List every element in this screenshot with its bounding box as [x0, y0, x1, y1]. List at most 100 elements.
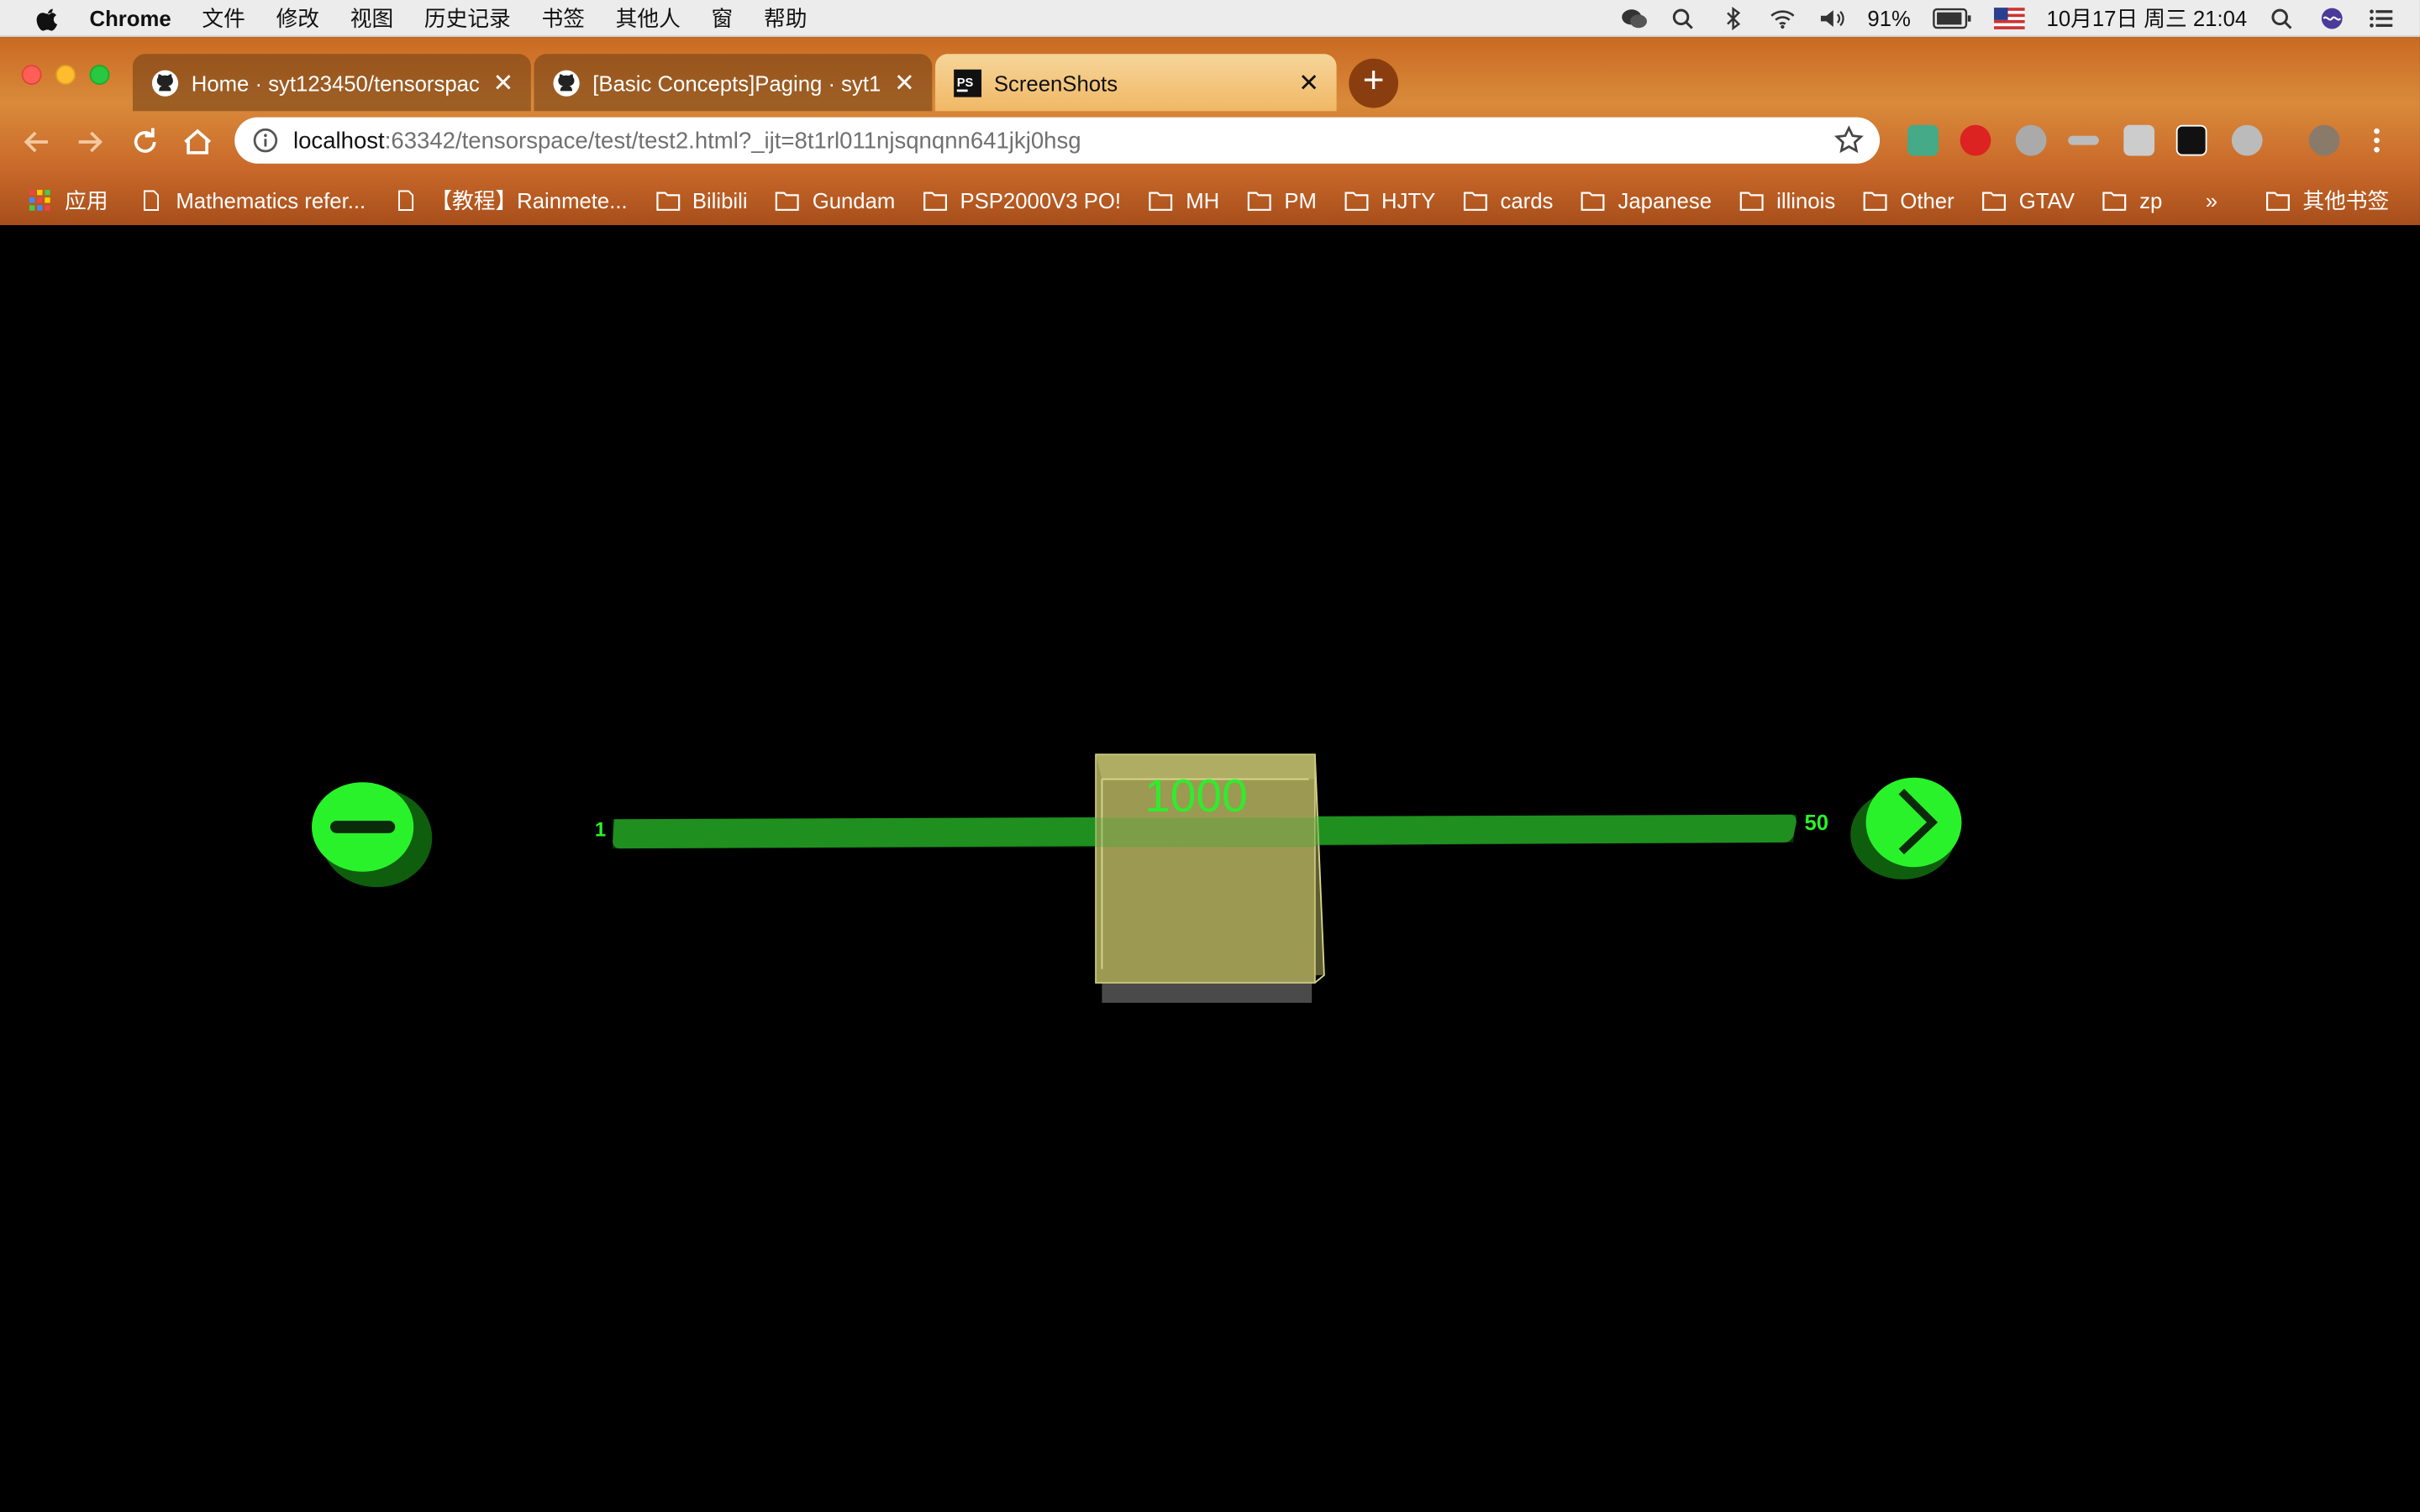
menu-history[interactable]: 历史记录 [424, 3, 511, 34]
bookmark-label: GTAV [2018, 188, 2075, 213]
bluetooth-icon[interactable] [1719, 6, 1747, 31]
folder-icon [1464, 192, 1488, 211]
bookmark-label: 应用 [65, 188, 108, 213]
minimize-window-button[interactable] [55, 65, 76, 86]
menu-app-name[interactable]: Chrome [90, 5, 171, 29]
github-icon [553, 70, 580, 97]
menu-people[interactable]: 其他人 [616, 3, 681, 34]
menu-kebab-icon[interactable] [2361, 125, 2392, 156]
volume-icon[interactable] [1818, 6, 1846, 30]
spotlight-search-icon[interactable] [2269, 6, 2296, 30]
new-tab-button[interactable]: + [1349, 58, 1399, 108]
bookmark-mathematics[interactable]: Mathematics refer... [139, 188, 366, 213]
bookmark-label: Bilibili [692, 188, 748, 213]
bookmark-illinois[interactable]: illinois [1739, 188, 1835, 213]
battery-icon[interactable] [1933, 6, 1973, 30]
bookmark-pm[interactable]: PM [1247, 188, 1317, 213]
bookmarks-bar: 应用 Mathematics refer... 【教程】Rainmete... … [0, 176, 2420, 225]
bookmark-label: PSP2000V3 PO! [960, 188, 1122, 213]
url-host: localhost [292, 127, 385, 154]
close-tab-icon[interactable]: ✕ [491, 68, 515, 99]
minus-icon [330, 821, 396, 833]
scene-canvas[interactable]: 1 50 1000 [0, 225, 2420, 1512]
wechat-icon[interactable] [1621, 6, 1649, 30]
site-info-icon[interactable] [253, 128, 278, 153]
bookmark-gundam[interactable]: Gundam [776, 188, 896, 213]
layer-size-label: 1000 [1144, 769, 1248, 822]
adblock-icon[interactable] [1960, 124, 1991, 156]
folder-icon [2102, 192, 2127, 211]
extension-grey-icon[interactable] [2068, 135, 2099, 145]
bookmark-japanese[interactable]: Japanese [1581, 188, 1712, 213]
bookmark-label: Japanese [1618, 188, 1712, 213]
folder-icon [1344, 192, 1369, 211]
menu-help[interactable]: 帮助 [764, 3, 807, 34]
bookmark-label: 其他书签 [2302, 188, 2390, 213]
next-page-button[interactable] [1850, 777, 1962, 879]
home-icon[interactable] [179, 123, 216, 160]
menu-file[interactable]: 文件 [202, 3, 245, 34]
tab-screenshots[interactable]: PS ScreenShots ✕ [935, 54, 1337, 112]
extension-s-icon[interactable] [2015, 124, 2047, 156]
siri-icon[interactable] [2318, 6, 2346, 30]
google-drive-icon[interactable] [2123, 124, 2155, 156]
bookmark-cards[interactable]: cards [1463, 188, 1553, 213]
bookmark-star-icon[interactable] [1833, 125, 1865, 156]
folder-icon [776, 192, 800, 211]
extension-circle-icon[interactable] [2231, 124, 2263, 156]
folder-icon [2266, 192, 2290, 211]
url-path: :63342/tensorspace/test/test2.html?_ijt=… [384, 127, 1081, 154]
previous-page-button[interactable] [312, 782, 433, 888]
folder-icon [1982, 192, 2007, 211]
menu-bookmarks[interactable]: 书签 [542, 3, 585, 34]
bookmark-label: MH [1186, 188, 1220, 213]
bookmark-apps[interactable]: 应用 [28, 185, 108, 216]
page-icon [397, 190, 413, 211]
page-viewport: 1 50 1000 [0, 225, 2420, 1512]
close-window-button[interactable] [21, 65, 42, 86]
menu-window[interactable]: 窗 [712, 3, 734, 34]
clock[interactable]: 10月17日 周三 21:04 [2047, 3, 2248, 34]
menu-view[interactable]: 视图 [350, 3, 393, 34]
bookmarks-overflow-button[interactable]: » [2206, 188, 2217, 213]
folder-icon [655, 192, 680, 211]
close-tab-icon[interactable]: ✕ [1297, 68, 1321, 99]
bookmark-rainmeter[interactable]: 【教程】Rainmete... [393, 185, 628, 216]
bookmark-bilibili[interactable]: Bilibili [655, 188, 748, 213]
address-bar[interactable]: localhost:63342/tensorspace/test/test2.h… [234, 117, 1881, 164]
svg-text:PS: PS [957, 76, 974, 90]
bookmark-zp[interactable]: zp [2102, 188, 2162, 213]
bookmark-mh[interactable]: MH [1149, 188, 1219, 213]
folder-icon [1581, 192, 1606, 211]
folder-icon [1739, 192, 1764, 211]
bookmark-hjty[interactable]: HJTY [1344, 188, 1435, 213]
us-flag-icon[interactable] [1994, 6, 2025, 30]
screen: Chrome 文件 修改 视图 历史记录 书签 其他人 窗 帮助 91% 10月… [0, 0, 2420, 1512]
extension-check-icon[interactable] [1907, 124, 1939, 156]
apps-grid-icon [29, 189, 50, 211]
tab-paging-github[interactable]: [Basic Concepts]Paging · syt1 ✕ [534, 54, 933, 112]
bookmark-psp[interactable]: PSP2000V3 PO! [923, 188, 1121, 213]
browser-toolbar: localhost:63342/tensorspace/test/test2.h… [0, 111, 2420, 172]
phpstorm-icon: PS [954, 69, 982, 97]
bookmark-label: Gundam [812, 188, 896, 213]
jetbrains-icon[interactable] [2175, 124, 2207, 156]
back-icon[interactable] [18, 123, 55, 160]
battery-percent: 91% [1867, 6, 1911, 31]
menu-edit[interactable]: 修改 [276, 3, 319, 34]
browser-frame: Home · syt123450/tensorspac ✕ [Basic Con… [0, 37, 2420, 226]
bookmark-gtav[interactable]: GTAV [1982, 188, 2075, 213]
tab-home-github[interactable]: Home · syt123450/tensorspac ✕ [132, 54, 531, 112]
search-doc-icon[interactable] [1670, 6, 1697, 30]
reload-icon[interactable] [127, 123, 164, 160]
close-tab-icon[interactable]: ✕ [892, 68, 917, 99]
bookmark-other[interactable]: Other [1863, 188, 1954, 213]
bookmark-other-bookmarks[interactable]: 其他书签 [2265, 185, 2389, 216]
fullscreen-window-button[interactable] [89, 65, 110, 86]
apple-icon[interactable] [34, 4, 61, 32]
notification-center-icon[interactable] [2367, 6, 2395, 30]
tab-title: ScreenShots [993, 70, 1118, 95]
forward-icon[interactable] [71, 123, 108, 160]
wifi-icon[interactable] [1769, 6, 1797, 30]
profile-avatar[interactable] [2308, 124, 2340, 156]
